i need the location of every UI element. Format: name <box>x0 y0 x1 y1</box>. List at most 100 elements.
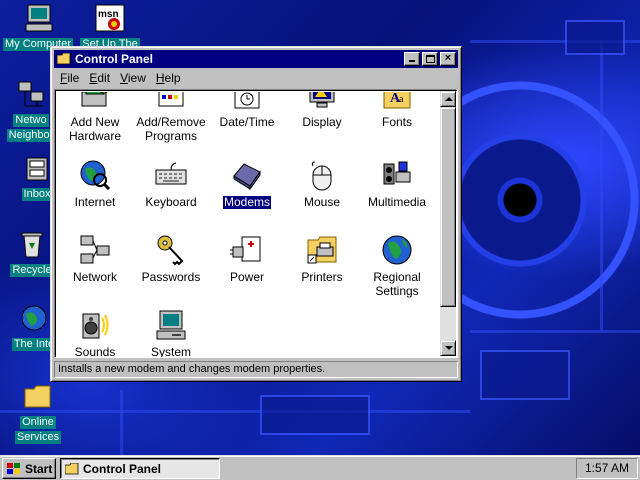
menu-mnemonic: H <box>155 71 165 85</box>
taskbar-button-control-panel[interactable]: Control Panel <box>60 458 220 479</box>
power-icon <box>230 233 264 267</box>
menu-bar: File Edit View Help <box>54 68 458 87</box>
desktop-icon-label: Services <box>14 431 62 444</box>
cp-item-power[interactable]: Power <box>209 233 285 284</box>
windows-logo-icon <box>6 462 22 476</box>
start-button[interactable]: Start <box>2 458 56 479</box>
network-icon <box>78 233 112 267</box>
desktop-icon-label: Recycle <box>10 264 54 277</box>
control-panel-folder-icon <box>65 462 79 475</box>
cp-item-label: System <box>150 345 191 358</box>
cp-item-network[interactable]: Network <box>57 233 133 284</box>
wallpaper-trace <box>120 390 123 455</box>
cp-item-label: Add/Remove <box>136 115 206 129</box>
system-tray-clock[interactable]: 1:57 AM <box>576 458 638 479</box>
cp-item-label: Settings <box>375 284 419 298</box>
cp-item-fonts[interactable]: Aa Fonts <box>359 92 435 129</box>
msn-icon: msn <box>94 2 126 34</box>
cp-item-keyboard[interactable]: Keyboard <box>133 158 209 209</box>
wallpaper-trace <box>600 40 603 330</box>
cp-item-label: Date/Time <box>219 115 275 129</box>
control-panel-folder-icon <box>57 53 71 65</box>
control-panel-items: Add New Hardware Add/Remove Programs Dat… <box>57 92 441 357</box>
cp-item-label: Multimedia <box>367 195 427 209</box>
cp-item-add-remove-programs[interactable]: Add/Remove Programs <box>133 92 209 143</box>
cp-item-display[interactable]: Display <box>284 92 360 129</box>
menu-label: iew <box>127 71 146 85</box>
add-remove-programs-icon <box>154 92 188 112</box>
cp-item-label: Add New <box>70 115 120 129</box>
scroll-thumb[interactable] <box>440 107 456 307</box>
mouse-icon <box>305 158 339 192</box>
keyboard-icon <box>154 158 188 192</box>
title-bar[interactable]: Control Panel × <box>54 50 458 68</box>
internet-icon <box>78 158 112 192</box>
taskbar-button-label: Control Panel <box>83 461 162 476</box>
cp-item-mouse[interactable]: Mouse <box>284 158 360 209</box>
display-icon <box>305 92 339 112</box>
cp-item-sounds[interactable]: Sounds <box>57 308 133 357</box>
cp-item-label: Regional <box>373 270 421 284</box>
wallpaper-trace <box>470 330 640 333</box>
fonts-icon: Aa <box>380 92 414 112</box>
menu-edit[interactable]: Edit <box>85 70 116 85</box>
down-arrow-icon <box>445 346 453 350</box>
cp-item-label: Sounds <box>74 345 116 358</box>
start-label: Start <box>25 461 53 476</box>
maximize-button[interactable] <box>422 52 438 66</box>
cp-item-label: Programs <box>144 129 197 143</box>
menu-file[interactable]: File <box>56 70 85 85</box>
cp-item-printers[interactable]: Printers <box>284 233 360 284</box>
menu-label: elp <box>164 71 181 85</box>
status-bar: Installs a new modem and changes modem p… <box>54 361 458 378</box>
close-button[interactable]: × <box>440 52 456 66</box>
cp-item-label: Network <box>72 270 117 284</box>
cp-item-modems[interactable]: Modems <box>209 158 285 210</box>
icon-view[interactable]: Add New Hardware Add/Remove Programs Dat… <box>54 89 458 358</box>
cp-item-multimedia[interactable]: Multimedia <box>359 158 435 209</box>
taskbar: Start Control Panel 1:57 AM <box>0 455 640 480</box>
system-icon <box>154 308 188 342</box>
modem-icon <box>230 158 264 192</box>
window-title: Control Panel <box>75 52 154 66</box>
desktop-icon-label: Online <box>20 416 56 429</box>
passwords-icon <box>154 233 188 267</box>
add-hardware-icon <box>78 92 112 112</box>
scroll-down-button[interactable] <box>440 340 456 356</box>
cp-item-label: Power <box>229 270 264 284</box>
minimize-icon <box>409 60 415 62</box>
recycle-bin-icon <box>16 228 48 260</box>
menu-view[interactable]: View <box>116 70 152 85</box>
menu-mnemonic: V <box>120 71 128 85</box>
multimedia-icon <box>380 158 414 192</box>
regional-settings-icon <box>380 233 414 267</box>
cp-item-add-new-hardware[interactable]: Add New Hardware <box>57 92 133 143</box>
cp-item-label: Modems <box>221 195 273 210</box>
minimize-button[interactable] <box>404 52 420 66</box>
cp-item-label: Mouse <box>303 195 341 209</box>
scroll-up-button[interactable] <box>440 91 456 107</box>
cp-item-label: Fonts <box>381 115 412 129</box>
cp-item-passwords[interactable]: Passwords <box>133 233 209 284</box>
vertical-scrollbar[interactable] <box>440 91 456 356</box>
desktop-icon-online-services[interactable]: Online Services <box>3 380 73 444</box>
desktop-icon-msn[interactable]: msn Set Up The <box>75 2 145 51</box>
inbox-icon <box>21 152 53 184</box>
wallpaper-chip <box>480 350 570 400</box>
menu-label: dit <box>97 71 111 85</box>
control-panel-window[interactable]: Control Panel × File Edit View Help Add … <box>50 46 462 382</box>
my-computer-icon <box>22 2 54 34</box>
internet-icon <box>18 302 50 334</box>
desktop-icon-my-computer[interactable]: My Computer <box>3 2 74 51</box>
menu-label: ile <box>67 71 80 85</box>
cp-item-label: Keyboard <box>145 195 197 209</box>
folder-icon <box>22 380 54 412</box>
cp-item-system[interactable]: System <box>133 308 209 357</box>
menu-help[interactable]: Help <box>152 70 187 85</box>
desktop-icon-label: Inbox <box>21 188 53 201</box>
wallpaper-chip <box>260 395 370 435</box>
cp-item-internet[interactable]: Internet <box>57 158 133 209</box>
cp-item-date-time[interactable]: Date/Time <box>209 92 285 129</box>
cp-item-regional-settings[interactable]: Regional Settings <box>359 233 435 298</box>
cp-item-label: Hardware <box>68 129 122 143</box>
